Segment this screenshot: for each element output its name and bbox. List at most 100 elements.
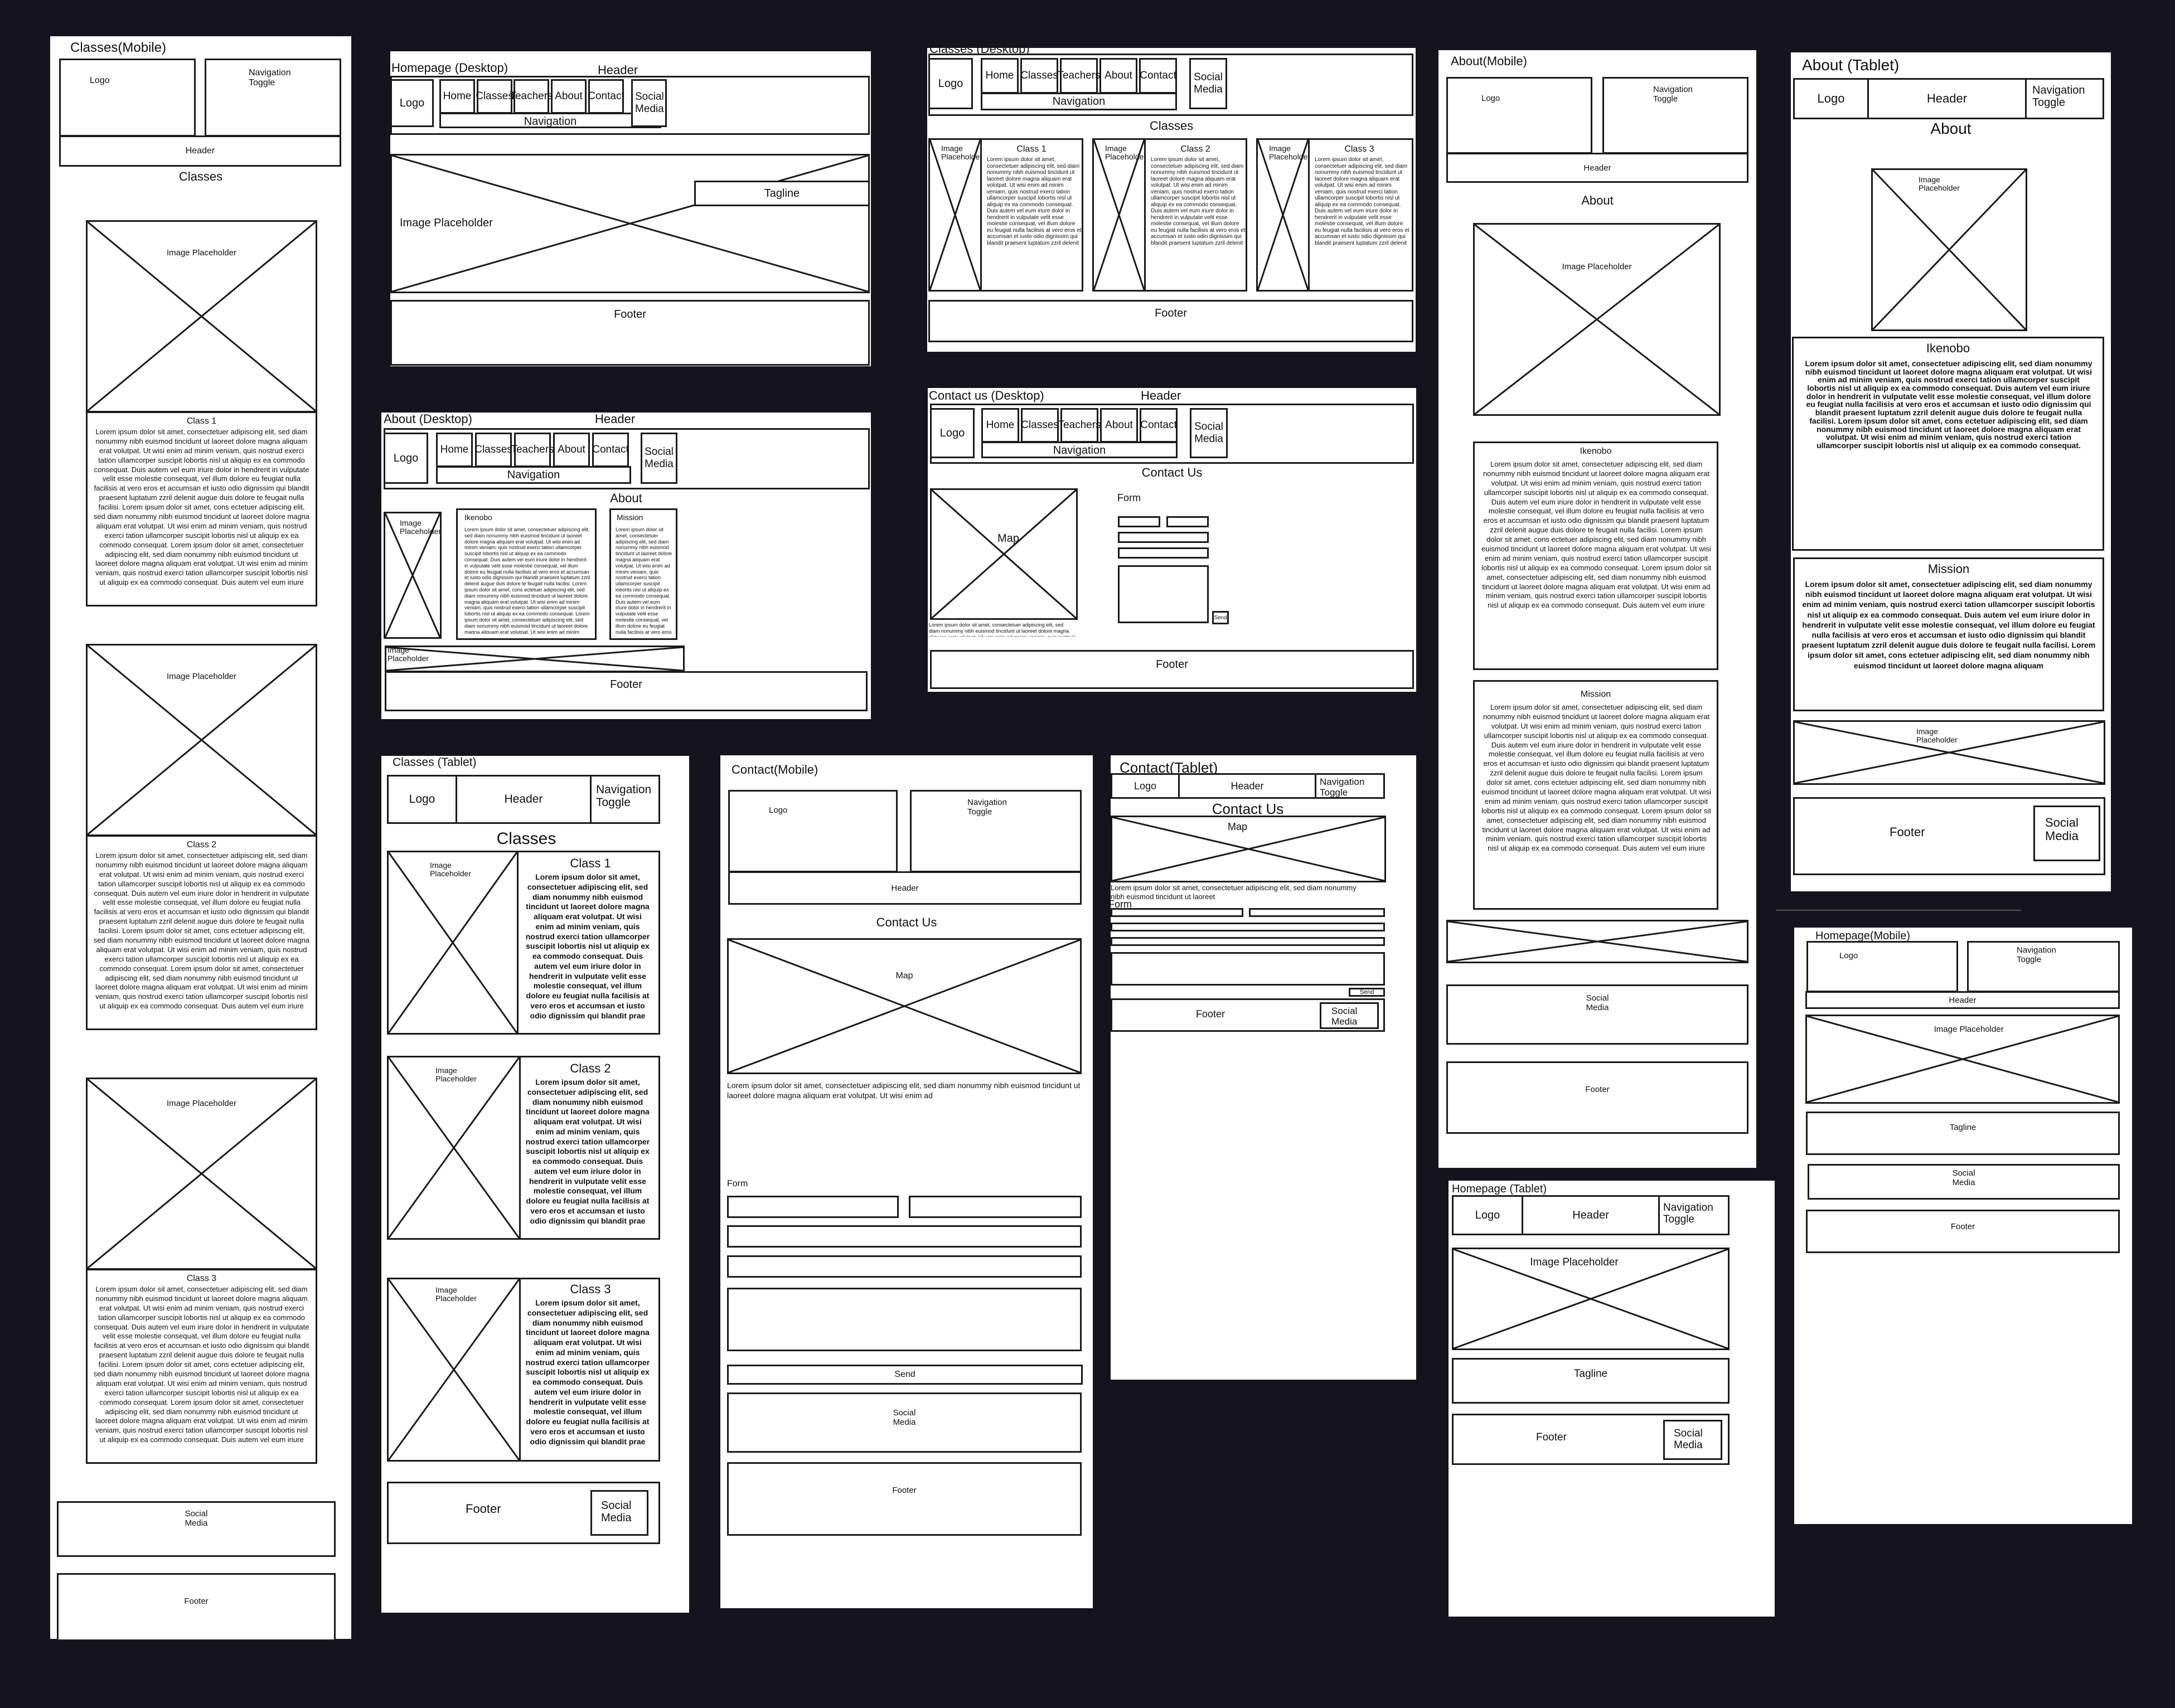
footer-label: Footer	[184, 1597, 209, 1606]
message-textarea[interactable]	[1111, 952, 1385, 986]
email-field[interactable]	[727, 1225, 1082, 1248]
nav-item-contact[interactable]: Contact	[588, 79, 624, 114]
nav-toggle-label: Navigation Toggle	[967, 798, 1007, 817]
social-media-box[interactable]: Social Media	[1663, 1420, 1722, 1460]
subject-field[interactable]	[1118, 547, 1209, 559]
social-media-box[interactable]: Social Media	[2033, 806, 2100, 861]
logo-box: Logo	[387, 775, 457, 824]
footer-label: Footer	[614, 308, 646, 321]
nav-item-about[interactable]: About	[551, 79, 587, 114]
social-media-box[interactable]: Social Media	[641, 433, 677, 484]
footer-box: Footer Social Media	[387, 1482, 660, 1544]
social-media-box[interactable]: Social Media	[1190, 408, 1228, 458]
nav-item-contact[interactable]: Contact	[1139, 58, 1177, 94]
nav-item-home[interactable]: Home	[981, 58, 1019, 94]
nav-toggle-button[interactable]: Navigation Toggle	[590, 775, 660, 824]
tagline-label: Tagline	[1573, 1368, 1608, 1380]
logo-label: Logo	[1481, 94, 1500, 103]
nav-toggle-button[interactable]: Navigation Toggle	[205, 59, 341, 137]
nav-toggle-button[interactable]: Navigation Toggle	[2025, 78, 2104, 119]
nav-toggle-button[interactable]: Navigation Toggle	[1602, 77, 1748, 154]
navigation-bar: Navigation	[981, 93, 1177, 110]
footer-label: Footer	[466, 1502, 501, 1516]
social-media-box[interactable]: Social Media	[631, 79, 667, 127]
nav-toggle-button[interactable]: Navigation Toggle	[1658, 1195, 1730, 1235]
social-media-box[interactable]: Social Media	[727, 1392, 1082, 1453]
class-card: Class 2 Lorem ipsum dolor sit amet, cons…	[86, 835, 317, 1030]
first-name-field[interactable]	[1118, 516, 1160, 527]
last-name-field[interactable]	[1166, 516, 1209, 527]
email-field[interactable]	[1118, 532, 1209, 543]
first-name-field[interactable]	[727, 1196, 899, 1218]
header-caption: Header	[595, 412, 636, 426]
class-title: Class 1	[1016, 144, 1047, 154]
nav-toggle-button[interactable]: Navigation Toggle	[1315, 773, 1385, 799]
nav-item-classes[interactable]: Classes	[474, 433, 512, 467]
send-button[interactable]: Send	[1212, 611, 1229, 624]
nav-item-contact[interactable]: Contact	[592, 433, 629, 467]
nav-item-teachers[interactable]: Teachers	[1058, 408, 1101, 443]
footer-box: Footer	[385, 671, 868, 711]
last-name-field[interactable]	[909, 1196, 1082, 1218]
subject-field[interactable]	[727, 1255, 1082, 1278]
navigation-bar: Navigation	[981, 441, 1178, 458]
logo-box: Logo	[1793, 78, 1869, 119]
map-placeholder[interactable]: Map	[1111, 816, 1386, 882]
board-homepage-mobile: Homepage(Mobile) Logo Navigation Toggle …	[1794, 928, 2132, 1524]
social-media-label: Social Media	[1331, 1006, 1358, 1027]
social-media-label: Social Media	[1586, 993, 1609, 1012]
logo-label: Logo	[399, 96, 425, 109]
ikenobo-text: Lorem ipsum dolor sit amet, consectetuer…	[1805, 360, 2092, 450]
board-classes-tablet: Classes (Tablet) Logo Header Navigation …	[381, 756, 689, 1613]
email-field[interactable]	[1111, 923, 1385, 931]
mission-card: Mission Lorem ipsum dolor sit amet, cons…	[1473, 680, 1718, 910]
nav-item-label: Classes	[474, 444, 512, 455]
image-placeholder: Image Placeholder	[86, 220, 317, 413]
nav-item-about[interactable]: About	[1099, 58, 1137, 94]
message-textarea[interactable]	[727, 1288, 1082, 1351]
first-name-field[interactable]	[1111, 908, 1243, 917]
board-title: Contact us (Desktop)	[929, 389, 1044, 402]
image-placeholder-label: Image Placeholder	[1562, 262, 1632, 271]
nav-item-about[interactable]: About	[553, 433, 590, 467]
nav-item-classes[interactable]: Classes	[1021, 408, 1059, 443]
social-media-box[interactable]: Social Media	[590, 1490, 648, 1536]
nav-item-classes[interactable]: Classes	[476, 79, 514, 114]
header-box: Header	[1805, 991, 2120, 1009]
nav-item-home[interactable]: Home	[439, 79, 475, 114]
send-button[interactable]: Send	[727, 1365, 1083, 1385]
board-homepage-tablet: Homepage (Tablet) Logo Header Navigation…	[1449, 1181, 1775, 1617]
nav-toggle-label: Navigation Toggle	[2032, 84, 2085, 109]
map-label: Map	[997, 532, 1019, 545]
nav-toggle-button[interactable]: Navigation Toggle	[1967, 941, 2120, 992]
nav-item-teachers[interactable]: Teachers	[1057, 58, 1101, 94]
nav-item-teachers[interactable]: Teachers	[510, 79, 553, 114]
nav-item-home[interactable]: Home	[981, 408, 1019, 443]
nav-item-about[interactable]: About	[1100, 408, 1138, 443]
form-heading: Form	[727, 1179, 748, 1188]
social-media-box[interactable]: Social Media	[57, 1501, 336, 1557]
nav-toggle-label: Navigation Toggle	[1320, 777, 1365, 798]
nav-item-contact[interactable]: Contact	[1140, 408, 1178, 443]
last-name-field[interactable]	[1249, 908, 1385, 917]
send-button[interactable]: Send	[1349, 988, 1385, 997]
social-media-box[interactable]: Social Media	[1189, 58, 1227, 109]
social-media-label: Social Media	[1194, 71, 1223, 95]
class-card: Image Placeholder Class 1 Lorem ipsum do…	[387, 851, 660, 1035]
footer-label: Footer	[1585, 1085, 1610, 1094]
social-media-box[interactable]: Social Media	[1808, 1164, 2120, 1200]
message-textarea[interactable]	[1118, 565, 1209, 623]
nav-toggle-button[interactable]: Navigation Toggle	[910, 790, 1082, 872]
nav-item-home[interactable]: Home	[436, 433, 473, 467]
map-placeholder[interactable]: Map	[930, 488, 1078, 620]
logo-box: Logo	[928, 58, 973, 109]
nav-item-teachers[interactable]: Teachers	[511, 433, 554, 467]
nav-item-label: Home	[443, 90, 472, 102]
nav-item-label: Teachers	[1058, 419, 1101, 431]
social-media-box[interactable]: Social Media	[1446, 984, 1748, 1045]
social-media-box[interactable]: Social Media	[1320, 1002, 1379, 1029]
social-media-label: Social Media	[601, 1500, 632, 1524]
subject-field[interactable]	[1111, 937, 1385, 946]
map-placeholder[interactable]: Map	[727, 938, 1082, 1074]
nav-item-classes[interactable]: Classes	[1020, 58, 1058, 94]
